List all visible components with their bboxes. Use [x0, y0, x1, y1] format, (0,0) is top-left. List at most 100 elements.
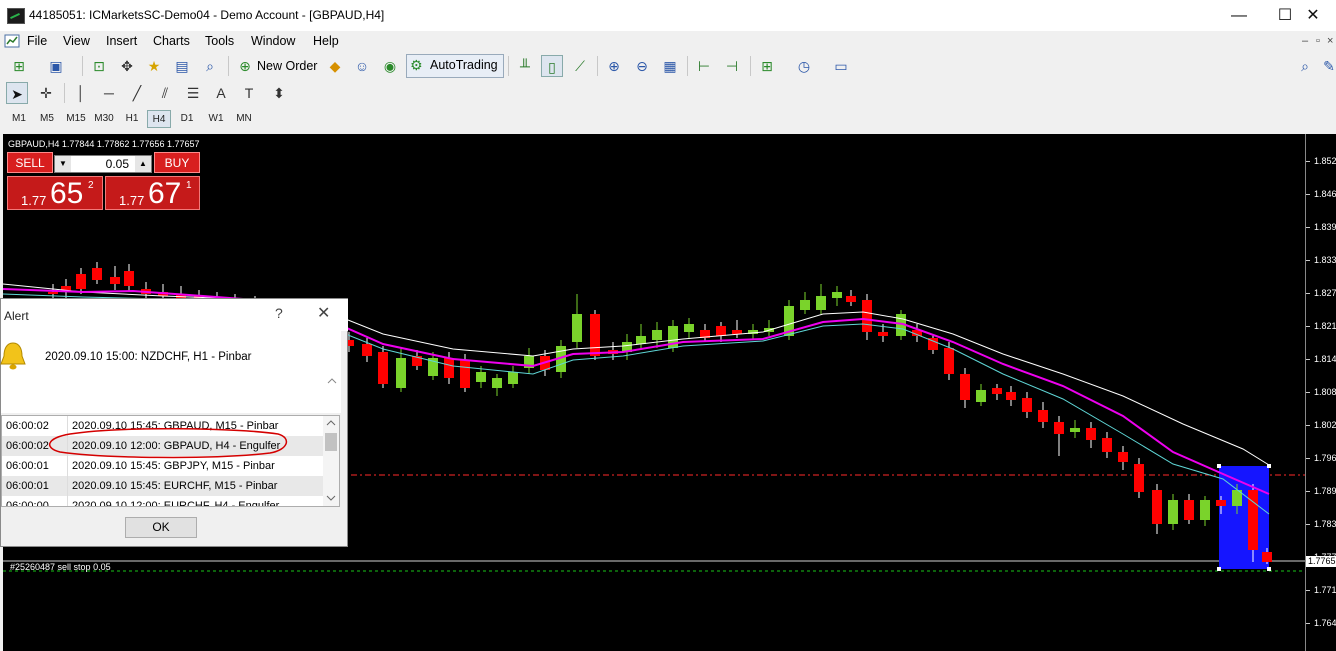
- candle-body: [1054, 422, 1064, 434]
- zoom-out-icon[interactable]: ⊖: [631, 55, 653, 77]
- price-axis[interactable]: 1.8522 1.8460 1.8397 1.8334 1.8271 1.821…: [1305, 134, 1336, 651]
- mdi-restore-button[interactable]: ▫: [1316, 35, 1320, 47]
- bar-chart-icon[interactable]: ╨: [514, 55, 536, 77]
- terminal-icon[interactable]: ▤: [171, 55, 193, 77]
- metaeditor-icon[interactable]: ◆: [324, 55, 346, 77]
- standard-toolbar: ⊞ ▣ ⊡ ✥ ★ ▤ ⌕ ⊕ New Order ◆ ☺ ◉ ⚙ AutoTr…: [0, 53, 1336, 79]
- equidistant-channel-icon[interactable]: ⫽: [154, 82, 176, 104]
- strategy-tester-icon[interactable]: ⌕: [199, 55, 221, 77]
- new-order-icon[interactable]: ⊕: [234, 55, 256, 77]
- zoom-in-icon[interactable]: ⊕: [603, 55, 625, 77]
- timeframe-m5[interactable]: M5: [35, 110, 59, 128]
- ok-button[interactable]: OK: [125, 517, 197, 538]
- lot-decrease-icon[interactable]: ▼: [55, 156, 71, 172]
- price-tick: 1.7898: [1314, 486, 1336, 496]
- lot-size-input[interactable]: 0.05: [71, 157, 129, 171]
- cursor-icon[interactable]: ➤: [6, 82, 28, 104]
- signals-icon[interactable]: ☺: [351, 55, 373, 77]
- arrows-icon[interactable]: ⬍: [268, 82, 290, 104]
- buy-price-quote[interactable]: 1.77 67 1: [105, 176, 200, 210]
- menu-view[interactable]: View: [63, 34, 90, 48]
- vertical-line-icon[interactable]: │: [70, 82, 92, 104]
- text-label-icon[interactable]: T: [238, 82, 260, 104]
- candle-body: [1118, 452, 1128, 462]
- candle-body: [684, 324, 694, 332]
- alert-close-button[interactable]: ✕: [317, 303, 330, 323]
- buy-button[interactable]: BUY: [154, 152, 200, 173]
- candle-body: [800, 300, 810, 310]
- chart-window-icon[interactable]: [4, 33, 20, 49]
- candle-body: [716, 326, 726, 336]
- menu-file[interactable]: File: [27, 34, 47, 48]
- selection-handle[interactable]: [1217, 464, 1221, 468]
- horizontal-line-icon[interactable]: ─: [98, 82, 120, 104]
- candle-body: [878, 332, 888, 336]
- candle-body: [862, 300, 872, 332]
- candle-body: [1152, 490, 1162, 524]
- search-icon[interactable]: ⌕: [1294, 55, 1316, 77]
- chart-shift-icon[interactable]: ⊣: [721, 55, 743, 77]
- order-label[interactable]: #25260487 sell stop 0.05: [10, 562, 111, 572]
- auto-scroll-icon[interactable]: ⊢: [693, 55, 715, 77]
- mdi-minimize-button[interactable]: –: [1302, 35, 1308, 47]
- lot-increase-icon[interactable]: ▲: [135, 156, 151, 172]
- menu-help[interactable]: Help: [313, 34, 339, 48]
- candle-body: [1200, 500, 1210, 520]
- menu-tools[interactable]: Tools: [205, 34, 234, 48]
- menu-bar: File View Insert Charts Tools Window Hel…: [0, 31, 1336, 51]
- menu-window[interactable]: Window: [251, 34, 295, 48]
- minimize-button[interactable]: —: [1216, 0, 1262, 31]
- list-item[interactable]: 06:00:00 2020.09.10 12:00: EURCHF, H4 - …: [2, 496, 324, 506]
- menu-charts[interactable]: Charts: [153, 34, 190, 48]
- price-tick: 1.8334: [1314, 255, 1336, 265]
- sell-price-pips: 65: [50, 177, 84, 210]
- new-order-button[interactable]: New Order: [257, 59, 317, 73]
- sell-price-quote[interactable]: 1.77 65 2: [7, 176, 103, 210]
- alert-title-bar[interactable]: Alert ? ✕: [1, 299, 348, 331]
- data-window-icon[interactable]: ✥: [116, 55, 138, 77]
- candle-body: [960, 374, 970, 400]
- candle-body: [48, 292, 58, 294]
- indicators-icon[interactable]: ⊞: [756, 55, 778, 77]
- navigator-icon[interactable]: ★: [143, 55, 165, 77]
- periods-clock-icon[interactable]: ◷: [793, 55, 815, 77]
- text-icon[interactable]: A: [210, 82, 232, 104]
- timeframe-m1[interactable]: M1: [7, 110, 31, 128]
- timeframe-h1[interactable]: H1: [120, 110, 144, 128]
- candle-body: [124, 271, 134, 286]
- timeframe-w1[interactable]: W1: [203, 110, 229, 128]
- market-icon[interactable]: ◉: [379, 55, 401, 77]
- timeframe-mn[interactable]: MN: [231, 110, 257, 128]
- candle-body: [732, 330, 742, 334]
- trendline-icon[interactable]: ╱: [126, 82, 148, 104]
- price-tick: 1.8024: [1314, 420, 1336, 430]
- timeframe-m30[interactable]: M30: [91, 110, 117, 128]
- line-chart-icon[interactable]: ⟋: [569, 55, 591, 77]
- selection-handle[interactable]: [1217, 567, 1221, 571]
- templates-icon[interactable]: ▭: [830, 55, 852, 77]
- help-button[interactable]: ?: [275, 305, 283, 321]
- list-scrollbar[interactable]: [323, 416, 339, 506]
- market-watch-icon[interactable]: ⊡: [88, 55, 110, 77]
- autotrading-button[interactable]: ⚙ AutoTrading: [406, 54, 504, 78]
- new-chart-icon[interactable]: ⊞: [8, 55, 30, 77]
- mdi-close-button[interactable]: ×: [1327, 35, 1333, 47]
- timeframe-d1[interactable]: D1: [175, 110, 199, 128]
- profiles-icon[interactable]: ▣: [45, 55, 67, 77]
- candlestick-chart-icon[interactable]: ▯: [541, 55, 563, 77]
- candle-body: [76, 274, 86, 289]
- sell-button[interactable]: SELL: [7, 152, 53, 173]
- candle-body: [1102, 438, 1112, 452]
- selection-handle[interactable]: [1267, 567, 1271, 571]
- close-button[interactable]: ✕: [1290, 0, 1336, 31]
- lot-size-stepper[interactable]: ▼ 0.05 ▲: [54, 155, 152, 173]
- tile-windows-icon[interactable]: ▦: [659, 55, 681, 77]
- timeframe-m15[interactable]: M15: [63, 110, 89, 128]
- community-icon[interactable]: ✎: [1318, 55, 1336, 77]
- selection-handle[interactable]: [1267, 464, 1271, 468]
- fibonacci-icon[interactable]: ☰: [182, 82, 204, 104]
- crosshair-icon[interactable]: ✛: [35, 82, 57, 104]
- menu-insert[interactable]: Insert: [106, 34, 137, 48]
- list-item[interactable]: 06:00:01 2020.09.10 15:45: EURCHF, M15 -…: [2, 476, 324, 496]
- timeframe-h4[interactable]: H4: [147, 110, 171, 128]
